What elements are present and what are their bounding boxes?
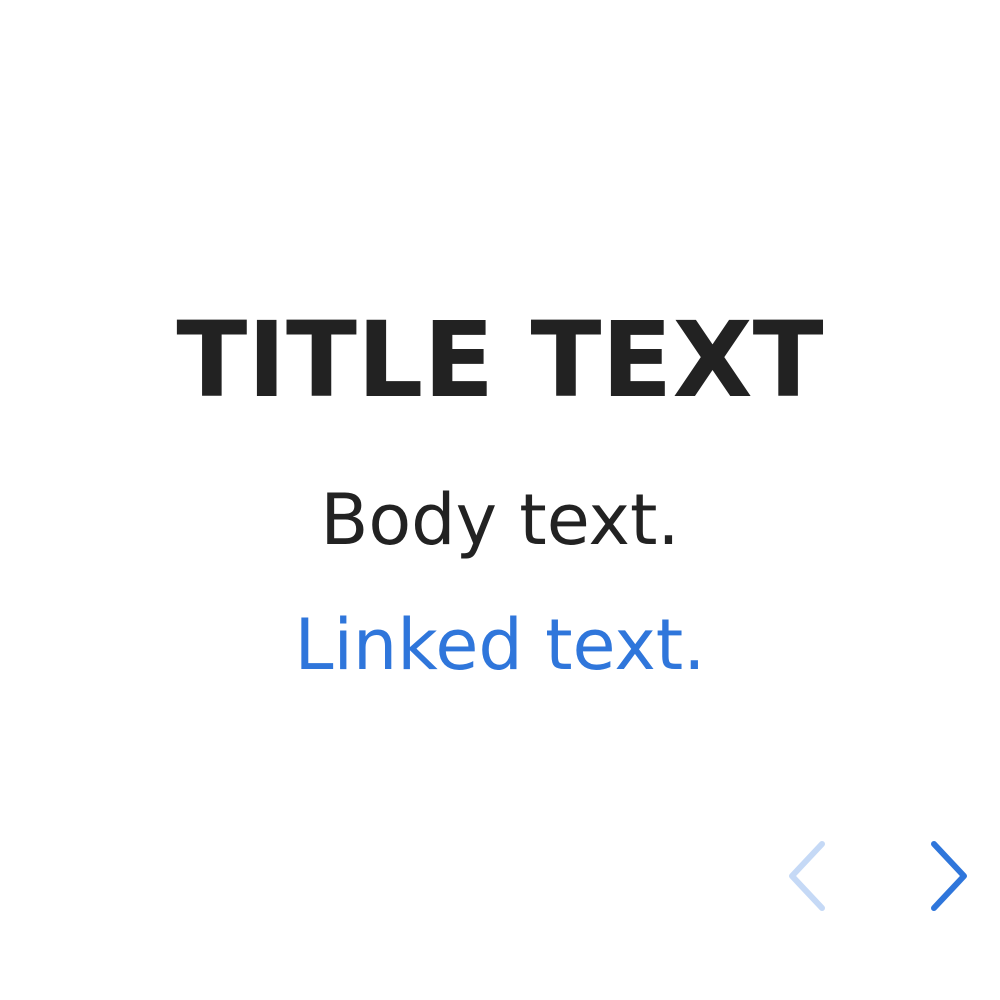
next-button[interactable] [916, 836, 976, 916]
chevron-left-icon [789, 841, 825, 911]
previous-button[interactable] [776, 836, 836, 916]
page: TITLE TEXT Body text. Linked text. [0, 0, 1000, 1000]
linked-text[interactable]: Linked text. [294, 600, 705, 690]
body-text: Body text. [320, 479, 680, 561]
chevron-right-icon [931, 841, 967, 911]
content-block: TITLE TEXT Body text. Linked text. [0, 295, 1000, 690]
page-title: TITLE TEXT [176, 299, 824, 421]
